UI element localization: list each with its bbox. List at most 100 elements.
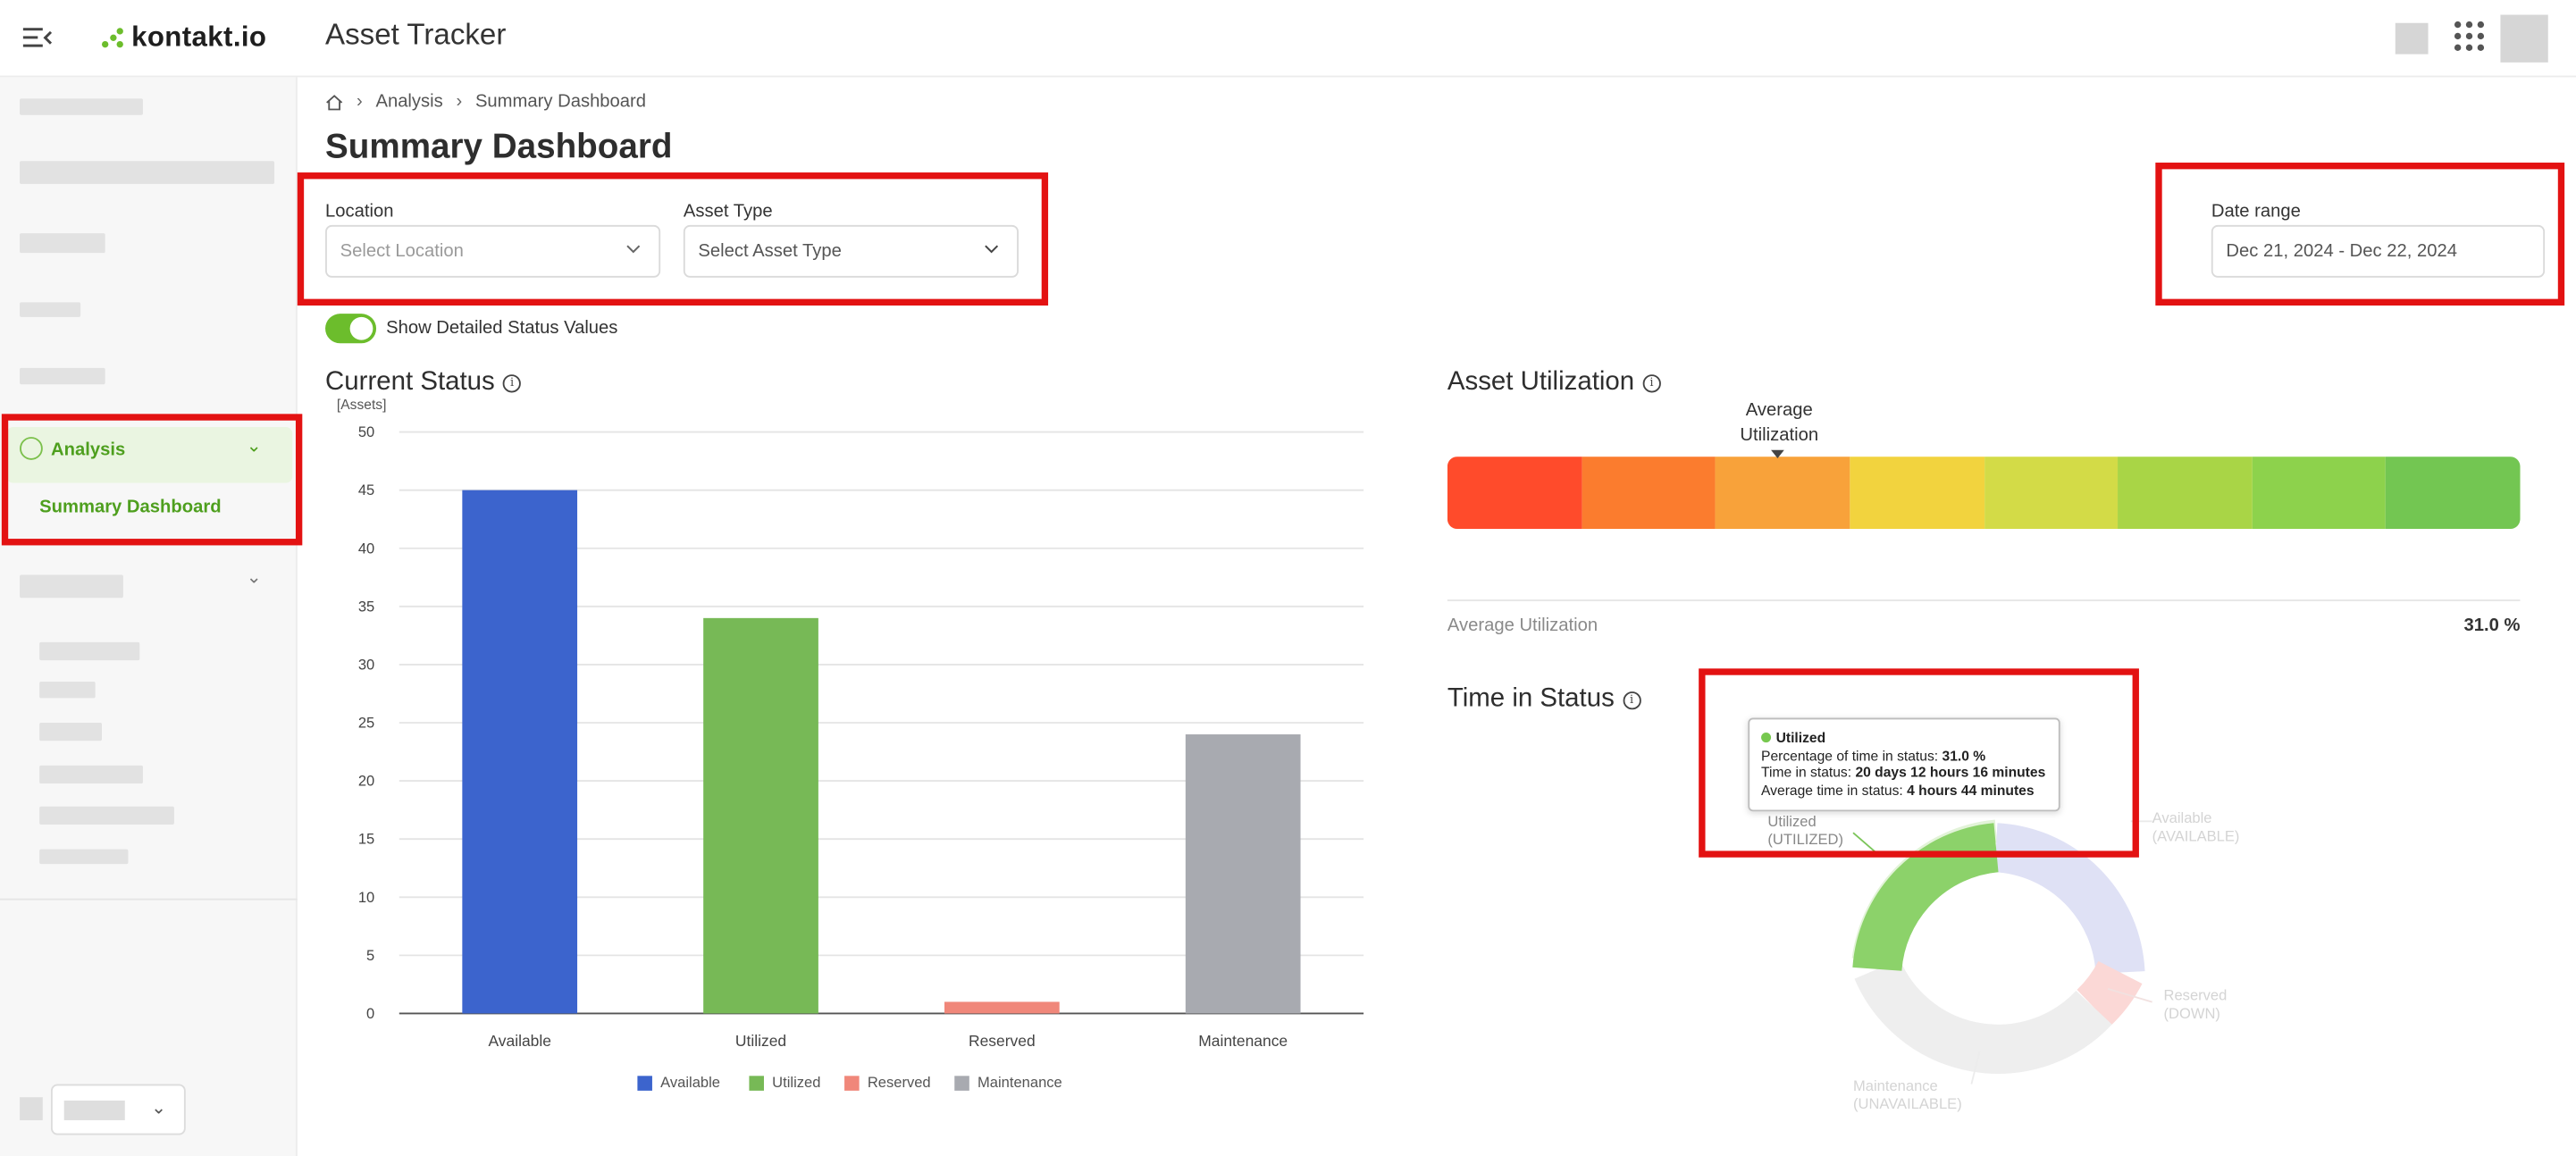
legend-swatch xyxy=(637,1075,652,1090)
donut-label-maintenance: Maintenance (UNAVAILABLE) xyxy=(1853,1077,1962,1113)
utilization-scale-segment xyxy=(1984,457,2119,530)
average-marker-arrow-icon xyxy=(1771,449,1784,458)
legend-swatch xyxy=(954,1075,969,1090)
avatar[interactable] xyxy=(2500,14,2548,63)
menu-collapse-icon[interactable] xyxy=(22,26,53,49)
donut-slice-reserved xyxy=(2076,960,2143,1026)
sidebar-subitem-placeholder[interactable] xyxy=(39,806,174,825)
sidebar: Analysis ⌄ Summary Dashboard ⌄ ⌄ xyxy=(0,77,298,1156)
donut-label-text: Reserved xyxy=(2163,987,2228,1004)
sidebar-divider xyxy=(0,898,298,901)
utilization-scale-segment xyxy=(2252,457,2387,530)
current-status-bar-chart: [Assets] 0 5 10 15 20 25 30 35 40 45 50 Available Uti… xyxy=(337,398,1364,1050)
utilization-scale-segment xyxy=(1447,457,1582,530)
donut-label-available: Available (AVAILABLE) xyxy=(2152,809,2240,845)
legend-item-maintenance[interactable]: Maintenance xyxy=(954,1074,1062,1091)
y-tick-label: 45 xyxy=(358,482,374,498)
x-tick-label: Available xyxy=(488,1032,551,1050)
donut-label-sub: (DOWN) xyxy=(2163,1005,2220,1022)
sidebar-subitem-placeholder[interactable] xyxy=(39,849,129,865)
detailed-status-toggle[interactable] xyxy=(325,314,377,344)
donut-label-sub: (AVAILABLE) xyxy=(2152,827,2240,845)
bar-reserved xyxy=(944,1001,1060,1014)
chevron-down-icon: ⌄ xyxy=(151,1099,167,1119)
logo[interactable]: kontakt.io xyxy=(101,20,267,55)
y-tick-label: 0 xyxy=(366,1005,374,1022)
highlight-box-tooltip xyxy=(1699,668,2139,858)
legend-label: Maintenance xyxy=(978,1074,1062,1091)
sidebar-subitem-placeholder[interactable] xyxy=(39,765,143,784)
donut-slice-utilized xyxy=(1852,823,2000,972)
y-tick-label: 40 xyxy=(358,540,374,557)
legend-swatch xyxy=(749,1075,764,1090)
utilization-scale-segment xyxy=(2118,457,2253,530)
asset-utilization-title: Asset Utilization i xyxy=(1447,368,1661,398)
donut-slice-maintenance xyxy=(1854,959,2112,1074)
breadcrumb-current: Summary Dashboard xyxy=(474,91,647,113)
section-title-text: Asset Utilization xyxy=(1447,367,1635,397)
logo-mark-icon xyxy=(101,26,125,49)
utilization-scale-segment xyxy=(1850,457,1984,530)
info-icon[interactable]: i xyxy=(502,373,522,392)
breadcrumb-separator-icon: › xyxy=(456,91,463,113)
legend-item-utilized[interactable]: Utilized xyxy=(749,1074,821,1091)
donut-label-sub: (UNAVAILABLE) xyxy=(1853,1095,1962,1112)
chevron-down-icon[interactable]: ⌄ xyxy=(247,566,262,588)
sidebar-footer-placeholder xyxy=(20,1097,43,1120)
breadcrumb-link-analysis[interactable]: Analysis xyxy=(375,92,442,112)
time-in-status-title: Time in Status i xyxy=(1447,684,1641,715)
toggle-label: Show Detailed Status Values xyxy=(386,318,618,339)
legend-item-reserved[interactable]: Reserved xyxy=(844,1074,931,1091)
section-title-text: Time in Status xyxy=(1447,684,1615,713)
y-tick-label: 20 xyxy=(358,773,374,790)
sidebar-item-placeholder[interactable] xyxy=(20,574,123,599)
sidebar-item-placeholder[interactable] xyxy=(20,161,275,184)
average-utilization-marker-label: Average Utilization xyxy=(1740,400,1819,446)
topbar-placeholder-button[interactable] xyxy=(2395,22,2429,54)
apps-grid-icon[interactable] xyxy=(2454,21,2485,51)
x-tick-label: Maintenance xyxy=(1198,1032,1288,1050)
bar-maintenance xyxy=(1185,734,1301,1014)
highlight-box-sidebar-analysis xyxy=(1,414,303,546)
sidebar-subitem-placeholder[interactable] xyxy=(39,682,96,699)
select-value-placeholder xyxy=(63,1100,125,1120)
legend-label: Utilized xyxy=(772,1074,821,1091)
sidebar-subitem-placeholder[interactable] xyxy=(39,723,102,741)
utilization-scale-bar xyxy=(1447,457,2521,530)
top-bar: kontakt.io Asset Tracker xyxy=(0,0,2576,78)
legend-swatch xyxy=(844,1075,860,1090)
info-icon[interactable]: i xyxy=(1622,691,1641,709)
highlight-box-filters xyxy=(297,172,1049,306)
y-tick-label: 35 xyxy=(358,598,374,615)
donut-label-text: Available xyxy=(2152,809,2212,826)
breadcrumb: › Analysis › Summary Dashboard xyxy=(325,92,646,112)
bar-available xyxy=(462,490,578,1014)
donut-label-text: Maintenance xyxy=(1853,1077,1938,1094)
legend-label: Reserved xyxy=(867,1074,931,1091)
y-tick-label: 10 xyxy=(358,889,374,906)
utilization-scale-segment xyxy=(1716,457,1850,530)
sidebar-item-placeholder[interactable] xyxy=(20,367,105,385)
legend-label: Available xyxy=(660,1074,721,1091)
sidebar-footer-select[interactable]: ⌄ xyxy=(50,1084,186,1135)
x-tick-label: Utilized xyxy=(735,1032,786,1050)
info-icon[interactable]: i xyxy=(1642,373,1661,392)
sidebar-item-placeholder[interactable] xyxy=(20,302,81,317)
donut-slice-available xyxy=(1993,823,2145,975)
highlight-box-date-range xyxy=(2155,163,2565,306)
average-utilization-label: Average Utilization xyxy=(1447,616,1598,636)
home-icon[interactable] xyxy=(325,93,343,111)
average-utilization-value: 31.0 % xyxy=(2463,616,2521,636)
bar-utilized xyxy=(703,617,818,1014)
utilization-scale-segment xyxy=(2386,457,2521,530)
y-axis-unit-label: [Assets] xyxy=(337,398,387,413)
sidebar-item-placeholder[interactable] xyxy=(20,233,105,254)
y-tick-label: 50 xyxy=(358,423,374,440)
logo-text: kontakt.io xyxy=(131,21,267,53)
legend-item-available[interactable]: Available xyxy=(637,1074,721,1091)
utilization-scale-segment xyxy=(1581,457,1716,530)
y-tick-label: 15 xyxy=(358,831,374,848)
divider xyxy=(1447,599,2521,601)
sidebar-item-placeholder[interactable] xyxy=(20,98,143,115)
sidebar-subitem-placeholder[interactable] xyxy=(39,641,140,661)
